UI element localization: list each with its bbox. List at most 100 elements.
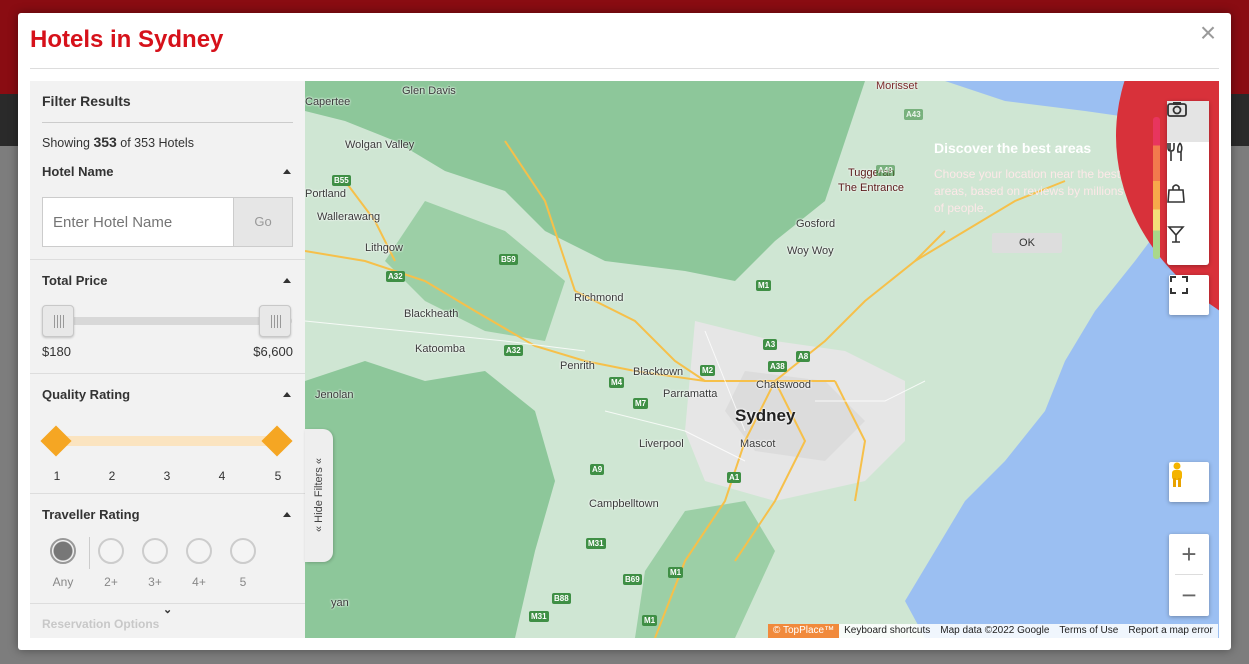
collapse-caret-icon[interactable] — [283, 512, 291, 517]
fullscreen-icon[interactable] — [1169, 275, 1209, 315]
map-place-label: Liverpool — [639, 438, 684, 450]
map-place-label: Wolgan Valley — [345, 139, 415, 151]
map-place-label: Blackheath — [404, 308, 459, 320]
quality-tick: 2 — [108, 469, 116, 483]
cocktail-icon[interactable] — [1167, 224, 1209, 265]
rating-option-2plus[interactable] — [98, 538, 124, 564]
map-place-label: Blacktown — [633, 366, 684, 378]
discover-ok-button[interactable]: OK — [992, 233, 1062, 253]
map-place-label: Morisset — [876, 81, 918, 92]
discover-text: Choose your location near the best areas… — [934, 167, 1124, 215]
road-shield: A49 — [876, 165, 895, 176]
rating-option-label: 2+ — [104, 575, 118, 589]
rating-option-label: 5 — [239, 575, 247, 589]
camera-icon[interactable] — [1167, 101, 1209, 142]
total-price-heading[interactable]: Total Price — [42, 273, 108, 288]
price-min-handle[interactable] — [42, 305, 74, 337]
quality-rating-heading[interactable]: Quality Rating — [42, 387, 130, 402]
quality-tick: 1 — [53, 469, 61, 483]
terms-link[interactable]: Terms of Use — [1054, 624, 1124, 638]
road-shield: M7 — [633, 398, 649, 409]
map-place-label: Chatswood — [756, 379, 812, 391]
map-place-label: Wallerawang — [317, 211, 381, 223]
road-shield: M1 — [642, 615, 658, 626]
price-max-handle[interactable] — [259, 305, 291, 337]
road-shield: M1 — [668, 567, 684, 578]
map-place-label: Jenolan — [315, 389, 354, 401]
collapse-caret-icon[interactable] — [283, 278, 291, 283]
map-place-label: Katoomba — [415, 343, 466, 355]
map-place-label: Campbelltown — [589, 498, 659, 510]
road-shield: A1 — [727, 472, 742, 483]
street-view-pegman-icon[interactable] — [1169, 462, 1209, 502]
collapse-caret-icon[interactable] — [283, 169, 291, 174]
rating-option-3plus[interactable] — [142, 538, 168, 564]
rating-option-label: Any — [52, 575, 74, 589]
rating-option-any[interactable] — [50, 538, 76, 564]
road-shield: M2 — [700, 365, 716, 376]
map-place-label: Lithgow — [365, 242, 403, 254]
hotel-name-section: Hotel Name Go — [30, 81, 305, 260]
zoom-in-button[interactable]: + — [1169, 534, 1209, 574]
topplace-badge[interactable]: © TopPlace™ — [768, 624, 840, 638]
price-min-label: $180 — [42, 344, 71, 359]
keyboard-shortcuts-link[interactable]: Keyboard shortcuts — [839, 624, 936, 638]
shopping-bag-icon[interactable] — [1167, 183, 1209, 224]
road-shield: B69 — [623, 574, 642, 585]
road-shield: B55 — [332, 175, 351, 186]
divider — [30, 68, 1219, 69]
road-shield: A38 — [768, 361, 787, 372]
hotel-name-heading[interactable]: Hotel Name — [42, 164, 114, 179]
hide-filters-tab[interactable]: « Hide Filters « — [305, 429, 333, 562]
road-shield: M4 — [609, 377, 625, 388]
zoom-out-button[interactable]: − — [1169, 575, 1209, 615]
map-place-label: Parramatta — [663, 388, 718, 400]
map-city-label: Sydney — [735, 406, 796, 425]
rating-option-label: 4+ — [192, 575, 206, 589]
traveller-rating-heading[interactable]: Traveller Rating — [42, 507, 140, 522]
map-place-label: The Entrance — [838, 182, 905, 194]
map-place-label: Richmond — [574, 292, 624, 304]
zoom-control: + − — [1169, 534, 1209, 616]
quality-slider-track[interactable] — [58, 436, 280, 446]
road-shield: A43 — [904, 109, 923, 120]
price-slider-track[interactable] — [46, 317, 292, 325]
rating-option-label: 3+ — [148, 575, 162, 589]
price-max-label: $6,600 — [253, 344, 293, 359]
road-shield: A32 — [386, 271, 405, 282]
map-terrain — [305, 81, 1219, 638]
map-place-label: Glen Davis — [402, 85, 456, 97]
scroll-down-chevron-icon[interactable]: ⌄ — [163, 603, 172, 616]
road-shield: B88 — [552, 593, 571, 604]
report-error-link[interactable]: Report a map error — [1123, 624, 1218, 638]
rating-option-4plus[interactable] — [186, 538, 212, 564]
close-icon[interactable]: × — [1195, 19, 1221, 47]
filter-sidebar: Filter Results Showing 353 of 353 Hotels… — [30, 81, 305, 638]
map-place-label: Portland — [305, 188, 346, 200]
map-data-credit: Map data ©2022 Google — [935, 624, 1055, 638]
divider — [89, 537, 90, 569]
quality-tick: 3 — [163, 469, 171, 483]
road-shield: B59 — [499, 254, 518, 265]
map-place-label: yan — [331, 597, 349, 609]
rating-option-5[interactable] — [230, 538, 256, 564]
hotel-name-input[interactable] — [42, 197, 234, 247]
road-shield: M31 — [529, 611, 549, 622]
map-place-label: Capertee — [305, 96, 351, 108]
quality-tick: 4 — [218, 469, 226, 483]
collapse-caret-icon[interactable] — [283, 392, 291, 397]
reservation-options-heading[interactable]: Reservation Options — [42, 617, 159, 631]
map-view[interactable]: Glen Davis Capertee Wolgan Valley Portla… — [305, 81, 1219, 638]
map-attribution: © TopPlace™ Keyboard shortcuts Map data … — [768, 624, 1218, 638]
map-place-label: Gosford — [796, 218, 836, 230]
go-button[interactable]: Go — [233, 197, 293, 247]
restaurant-icon[interactable] — [1167, 142, 1209, 183]
road-shield: A8 — [796, 351, 811, 362]
road-shield: M31 — [586, 538, 606, 549]
map-place-label: Mascot — [740, 438, 776, 450]
category-panel — [1167, 101, 1209, 265]
road-shield: A3 — [763, 339, 778, 350]
map-place-label: Woy Woy — [787, 245, 834, 257]
road-shield: M1 — [756, 280, 772, 291]
map-place-label: Penrith — [560, 360, 595, 372]
